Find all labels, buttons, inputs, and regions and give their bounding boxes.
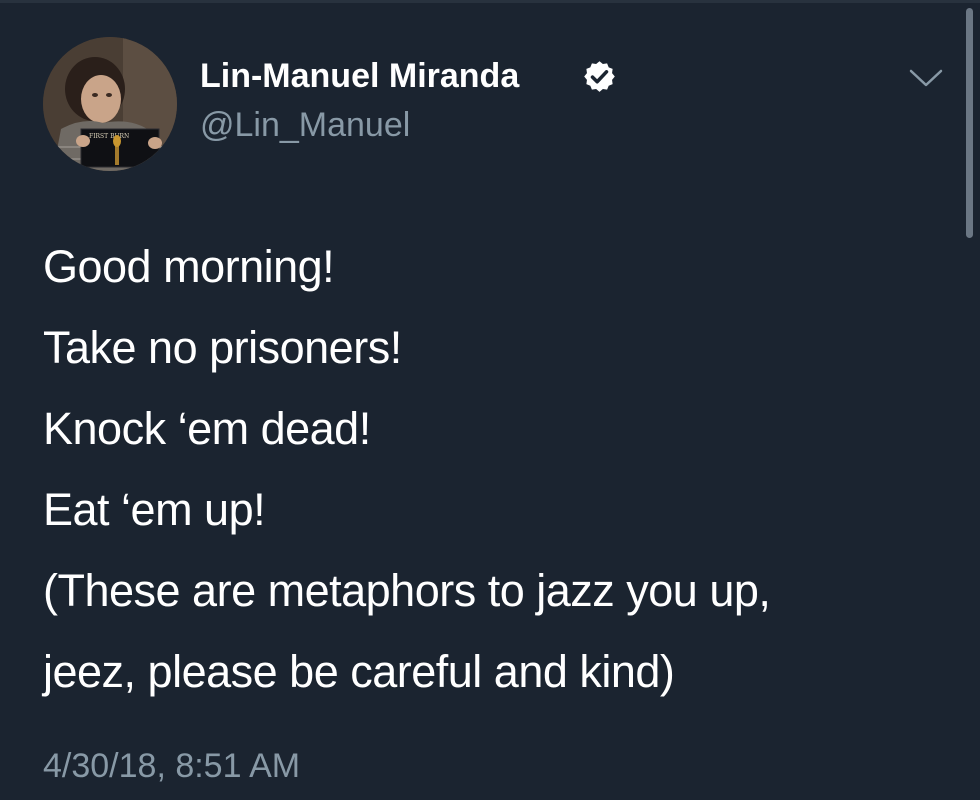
top-divider bbox=[0, 0, 980, 3]
tweet-line: Take no prisoners! bbox=[43, 322, 402, 373]
avatar-photo: FIRST BURN bbox=[43, 37, 177, 171]
tweet-line: (These are metaphors to jazz you up, bbox=[43, 565, 771, 616]
tweet-line: Eat ‘em up! bbox=[43, 484, 266, 535]
verified-badge-icon bbox=[584, 61, 615, 92]
author-display-name[interactable]: Lin-Manuel Miranda bbox=[200, 52, 519, 100]
author-handle[interactable]: @Lin_Manuel bbox=[200, 103, 410, 147]
scrollbar[interactable] bbox=[966, 8, 973, 238]
avatar[interactable]: FIRST BURN bbox=[43, 37, 177, 171]
tweet-line: jeez, please be careful and kind) bbox=[43, 646, 675, 697]
tweet-timestamp[interactable]: 4/30/18, 8:51 AM bbox=[43, 743, 300, 789]
tweet-line: Good morning! bbox=[43, 241, 335, 292]
chevron-down-icon[interactable] bbox=[908, 66, 944, 90]
book-title: FIRST BURN bbox=[89, 133, 129, 140]
tweet-line: Knock ‘em dead! bbox=[43, 403, 371, 454]
tweet-text: Good morning! Take no prisoners! Knock ‘… bbox=[43, 226, 943, 712]
